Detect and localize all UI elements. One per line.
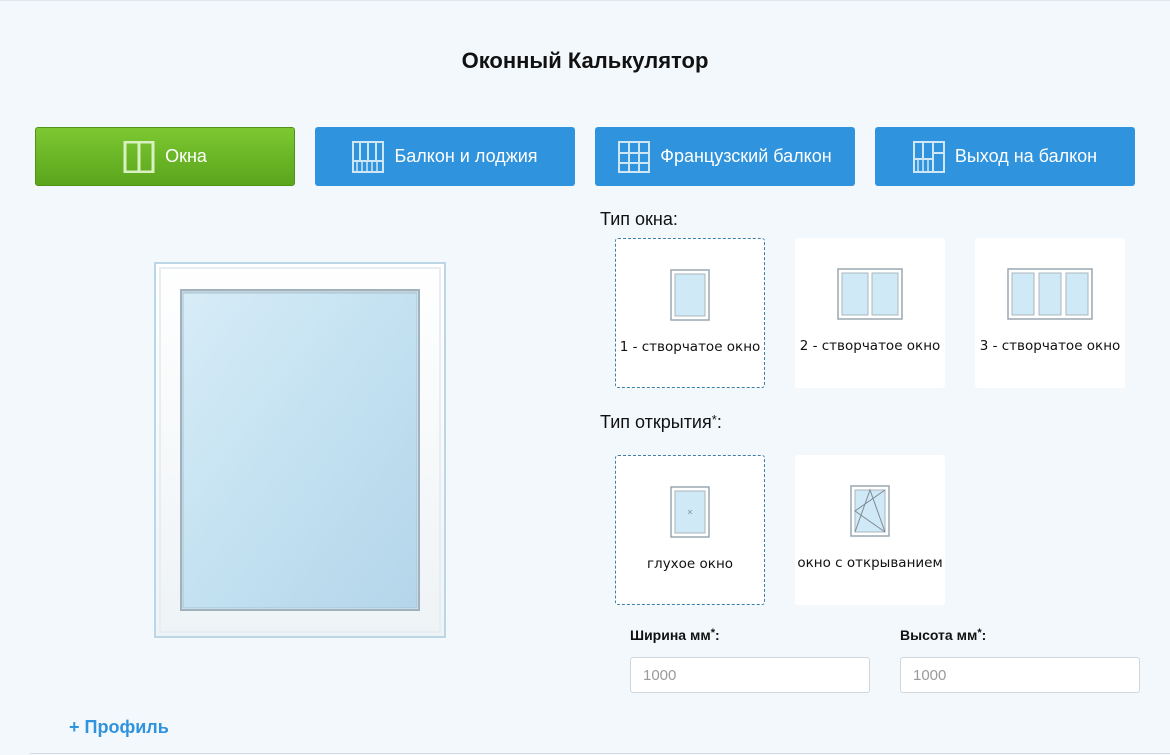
height-label: Высота мм*: [900,627,987,643]
single-window-icon [123,140,155,173]
balcony-door-icon [912,140,945,173]
window-preview [154,262,446,638]
tab-label: Окна [165,146,207,166]
three-sash-window-icon [1007,268,1093,320]
tab-balcony-loggia[interactable]: Балкон и лоджия [315,127,575,186]
bottom-divider [30,753,1170,754]
card-caption: 3 - створчатое окно [979,338,1121,354]
add-profile-link[interactable]: + Профиль [69,717,169,738]
two-sash-window-icon [837,268,903,320]
tab-balcony-door[interactable]: Выход на балкон [875,127,1135,186]
opening-type-label: Тип открытия*: [600,412,722,432]
card-caption: окно с открыванием [797,555,943,571]
window-type-two-sash[interactable]: 2 - створчатое окно [795,238,945,388]
one-sash-window-icon [670,269,710,321]
opening-type-openable[interactable]: окно с открыванием [795,455,945,605]
balcony-icon [352,140,385,173]
width-label: Ширина мм*: [630,627,720,643]
opening-type-fixed[interactable]: глухое окно [615,455,765,605]
window-type-three-sash[interactable]: 3 - створчатое окно [975,238,1125,388]
tab-french-balcony[interactable]: Французский балкон [595,127,855,186]
tab-label: Выход на балкон [954,146,1098,166]
card-caption: 2 - створчатое окно [799,338,941,354]
card-caption: глухое окно [646,556,734,572]
window-type-one-sash[interactable]: 1 - створчатое окно [615,238,765,388]
tab-label: Балкон и лоджия [394,146,538,166]
page-title: Оконный Калькулятор [461,48,709,73]
width-input[interactable] [630,657,870,693]
window-type-label: Тип окна: [600,209,678,229]
tilt-turn-window-icon [850,485,890,537]
height-input[interactable] [900,657,1140,693]
french-balcony-icon [618,140,651,173]
top-divider [0,0,1170,1]
fixed-window-icon [670,486,710,538]
tab-windows[interactable]: Окна [35,127,295,186]
card-caption: 1 - створчатое окно [619,339,761,355]
tab-label: Французский балкон [660,146,832,166]
